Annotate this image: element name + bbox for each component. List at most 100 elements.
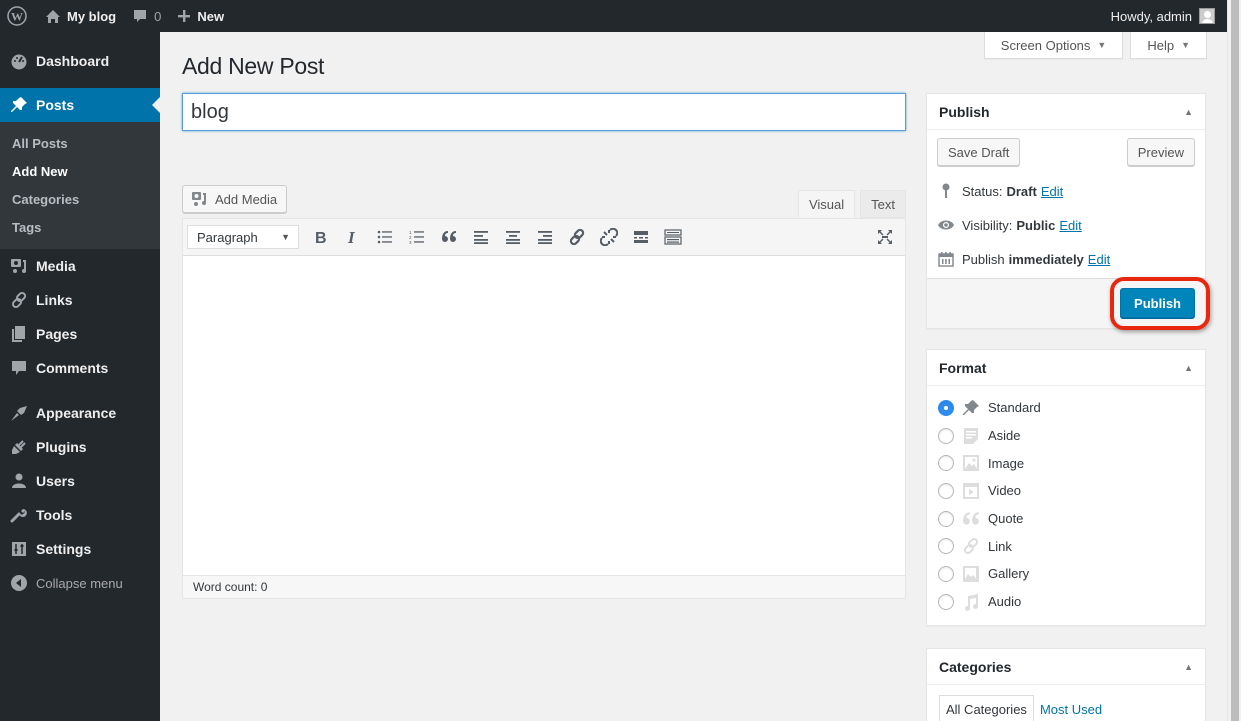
categories-box: Categories ▲ All Categories Most Used <box>926 648 1206 721</box>
svg-text:3: 3 <box>409 240 412 244</box>
sidebar-item-comments[interactable]: Comments <box>0 351 160 385</box>
caret-down-icon: ▼ <box>1181 40 1190 50</box>
save-draft-button[interactable]: Save Draft <box>937 138 1021 166</box>
format-option-video[interactable]: Video <box>927 477 1205 505</box>
align-left-icon[interactable] <box>465 223 497 251</box>
sidebar-item-media[interactable]: Media <box>0 249 160 283</box>
format-select-value: Paragraph <box>197 229 258 245</box>
toolbar-toggle-icon[interactable] <box>657 223 689 251</box>
bullet-list-icon[interactable] <box>369 223 401 251</box>
help-button[interactable]: Help ▼ <box>1130 32 1207 59</box>
format-option-standard[interactable]: Standard <box>927 394 1205 422</box>
screen-options-label: Screen Options <box>1000 37 1091 53</box>
format-option-audio[interactable]: Audio <box>927 588 1205 616</box>
sidebar-item-pages[interactable]: Pages <box>0 317 160 351</box>
publish-date-row: Publish immediately Edit <box>927 242 1205 276</box>
preview-button[interactable]: Preview <box>1126 138 1195 166</box>
page-title: Add New Post <box>182 53 325 79</box>
svg-text:B: B <box>315 230 327 245</box>
publish-box-header[interactable]: Publish ▲ <box>927 94 1205 130</box>
publish-button[interactable]: Publish <box>1120 288 1195 318</box>
submenu-add-new[interactable]: Add New <box>0 157 160 185</box>
format-select[interactable]: Paragraph ▼ <box>187 225 299 249</box>
italic-icon[interactable]: I <box>337 223 369 251</box>
tab-most-used[interactable]: Most Used <box>1034 695 1108 721</box>
scrollbar-thumb[interactable] <box>1231 0 1239 721</box>
sidebar-item-posts[interactable]: Posts <box>0 88 160 122</box>
radio-button[interactable] <box>938 399 954 416</box>
link-icon <box>962 537 980 555</box>
format-option-link[interactable]: Link <box>927 532 1205 560</box>
blockquote-icon[interactable] <box>433 223 465 251</box>
radio-button[interactable] <box>938 593 954 610</box>
paintbrush-icon <box>10 404 28 422</box>
bold-icon[interactable]: B <box>305 223 337 251</box>
wordpress-logo-icon: W <box>7 6 27 26</box>
insert-link-icon[interactable] <box>561 223 593 251</box>
gallery-icon <box>962 565 980 583</box>
edit-publish-date-link[interactable]: Edit <box>1088 252 1110 267</box>
collapse-arrow-icon <box>10 574 28 592</box>
sidebar-item-tools[interactable]: Tools <box>0 498 160 532</box>
sidebar-item-settings[interactable]: Settings <box>0 532 160 566</box>
align-right-icon[interactable] <box>529 223 561 251</box>
sidebar-item-plugins[interactable]: Plugins <box>0 430 160 464</box>
collapse-toggle-icon[interactable]: ▲ <box>1184 662 1193 672</box>
submenu-tags[interactable]: Tags <box>0 213 160 241</box>
sidebar-item-label: Posts <box>36 97 75 113</box>
sidebar-item-label: Settings <box>36 541 92 557</box>
sidebar-item-links[interactable]: Links <box>0 283 160 317</box>
post-status-row: Status: Draft Edit <box>927 174 1205 208</box>
collapse-toggle-icon[interactable]: ▲ <box>1184 363 1193 373</box>
calendar-icon <box>937 251 955 267</box>
menu-separator <box>0 385 160 396</box>
radio-button[interactable] <box>938 510 954 527</box>
edit-status-link[interactable]: Edit <box>1041 184 1063 199</box>
wordpress-logo-button[interactable]: W <box>0 0 37 32</box>
tab-text[interactable]: Text <box>860 190 906 218</box>
collapse-menu-button[interactable]: Collapse menu <box>0 566 160 600</box>
align-center-icon[interactable] <box>497 223 529 251</box>
radio-button[interactable] <box>938 455 954 472</box>
editor-content-area[interactable] <box>183 256 905 576</box>
sidebar-item-dashboard[interactable]: Dashboard <box>0 44 160 78</box>
numbered-list-icon[interactable]: 123 <box>401 223 433 251</box>
format-option-image[interactable]: Image <box>927 449 1205 477</box>
pushpin-icon <box>962 399 980 417</box>
format-option-aside[interactable]: Aside <box>927 422 1205 450</box>
publish-box: Publish ▲ Save Draft Preview Status: Dra… <box>926 93 1206 329</box>
edit-visibility-link[interactable]: Edit <box>1059 218 1081 233</box>
add-media-button[interactable]: Add Media <box>182 185 288 213</box>
fullscreen-icon[interactable] <box>869 223 901 251</box>
format-option-quote[interactable]: Quote <box>927 505 1205 533</box>
read-more-icon[interactable] <box>625 223 657 251</box>
categories-box-header[interactable]: Categories ▲ <box>927 649 1205 685</box>
comments-link[interactable]: 0 <box>124 0 169 32</box>
my-account-menu[interactable]: Howdy, admin <box>1103 0 1227 32</box>
svg-text:W: W <box>11 10 23 24</box>
new-content-link[interactable]: New <box>169 0 232 32</box>
site-name-link[interactable]: My blog <box>37 0 124 32</box>
submenu-categories[interactable]: Categories <box>0 185 160 213</box>
tab-all-categories[interactable]: All Categories <box>939 695 1034 721</box>
tab-visual[interactable]: Visual <box>797 190 856 218</box>
post-title-input[interactable]: blog <box>182 93 906 131</box>
radio-button[interactable] <box>938 427 954 444</box>
format-option-label: Video <box>988 483 1022 499</box>
format-option-label: Link <box>988 538 1012 554</box>
collapse-toggle-icon[interactable]: ▲ <box>1184 107 1193 117</box>
sidebar-item-appearance[interactable]: Appearance <box>0 396 160 430</box>
dashboard-gauge-icon <box>10 52 28 70</box>
sidebar-item-users[interactable]: Users <box>0 464 160 498</box>
radio-button[interactable] <box>938 538 954 555</box>
submenu-all-posts[interactable]: All Posts <box>0 129 160 157</box>
radio-button[interactable] <box>938 482 954 499</box>
comment-bubble-icon <box>132 8 148 24</box>
format-box-header[interactable]: Format ▲ <box>927 350 1205 386</box>
format-option-gallery[interactable]: Gallery <box>927 560 1205 588</box>
radio-button[interactable] <box>938 565 954 582</box>
add-media-label: Add Media <box>215 191 278 207</box>
remove-link-icon[interactable] <box>593 223 625 251</box>
screen-options-button[interactable]: Screen Options ▼ <box>983 32 1124 59</box>
page-scrollbar[interactable] <box>1227 0 1241 721</box>
